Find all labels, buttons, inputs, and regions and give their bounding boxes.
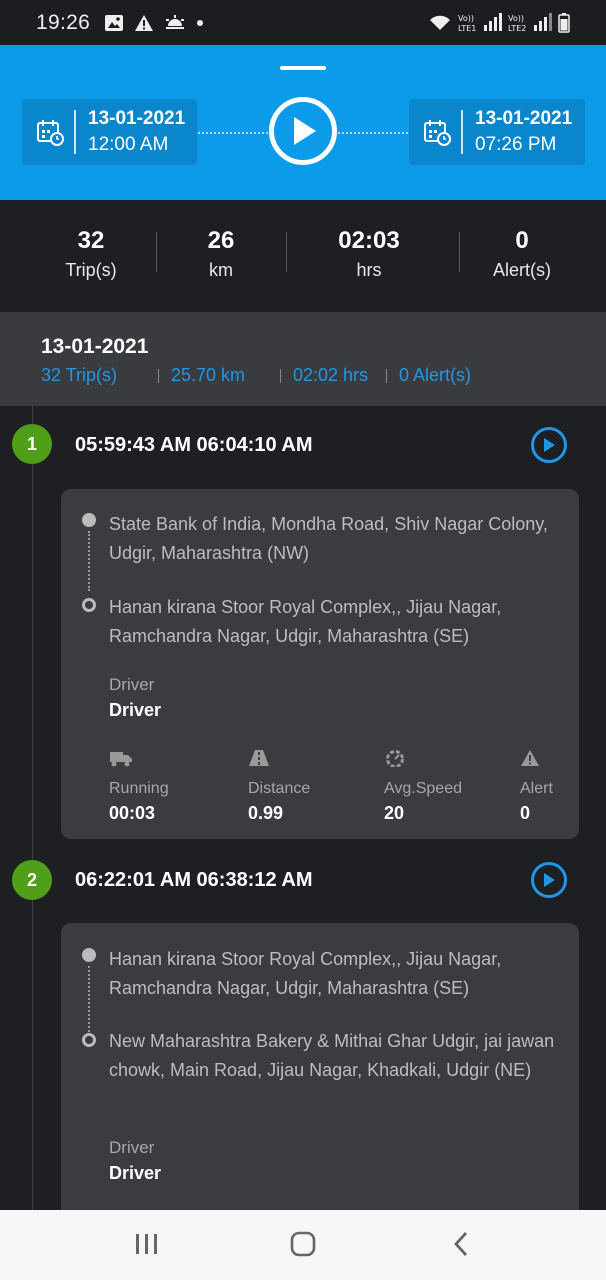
weather-icon — [166, 14, 185, 29]
trip-start-address: Hanan kirana Stoor Royal Complex,, Jijau… — [109, 949, 502, 998]
driver-label: Driver — [109, 675, 155, 694]
start-date: 13-01-2021 — [88, 108, 186, 129]
end-date: 13-01-2021 — [475, 108, 573, 129]
start-point-icon — [82, 513, 96, 527]
summary-stats: 32 Trip(s) 26 km 02:03 hrs 0 Alert(s) — [0, 200, 606, 312]
signal-sim2-icon: Vo))LTE2 — [508, 12, 552, 33]
trip-play-button[interactable] — [531, 427, 567, 463]
day-date: 13-01-2021 — [41, 335, 149, 358]
notification-dot-icon — [197, 19, 204, 26]
summary-duration: 02:03 hrs — [338, 227, 400, 280]
road-icon — [249, 750, 269, 766]
status-time: 19:26 — [36, 10, 91, 34]
summary-alerts: 0 Alert(s) — [493, 227, 551, 280]
date-range-header: 13-01-2021 12:00 AM 13-01-2021 07:26 PM — [0, 45, 606, 200]
stat-alert: Alert 0 — [520, 749, 553, 826]
start-time: 12:00 AM — [88, 134, 169, 155]
status-system-icons: Vo)) LTE1 Vo)) LTE2 — [428, 12, 570, 33]
route-connector — [88, 531, 90, 591]
day-duration: 02:02 hrs — [293, 365, 369, 385]
trip-card[interactable]: State Bank of India, Mondha Road, Shiv N… — [61, 489, 579, 839]
trip-number-badge: 2 — [12, 860, 52, 900]
stat-running: Running 00:03 — [109, 749, 169, 826]
svg-text:Vo)): Vo)) — [458, 14, 474, 23]
trip-number-badge: 1 — [12, 424, 52, 464]
day-stat-separator — [280, 369, 281, 383]
battery-icon — [558, 12, 570, 33]
trip-end-address: Hanan kirana Stoor Royal Complex,, Jijau… — [109, 597, 502, 646]
gallery-icon — [105, 14, 124, 31]
start-point-icon — [82, 948, 96, 962]
svg-text:Vo)): Vo)) — [508, 14, 524, 23]
end-time: 07:26 PM — [475, 134, 557, 155]
driver-name: Driver — [109, 1163, 162, 1183]
trip-play-button[interactable] — [531, 862, 567, 898]
status-bar: 19:26 Vo)) LTE1 Vo)) LTE2 — [0, 0, 606, 45]
summary-divider — [286, 232, 287, 272]
trip-time-range: 05:59:43 AM 06:04:10 AM — [75, 434, 313, 456]
svg-text:LTE2: LTE2 — [508, 24, 526, 33]
wifi-icon — [430, 15, 450, 30]
system-navigation-bar — [0, 1210, 606, 1280]
recent-apps-icon[interactable] — [134, 1230, 160, 1258]
trip-card[interactable]: Hanan kirana Stoor Royal Complex,, Jijau… — [61, 923, 579, 1243]
stat-distance: Distance 0.99 — [248, 749, 310, 826]
trip-start-address: State Bank of India, Mondha Road, Shiv N… — [109, 514, 548, 563]
end-date-picker[interactable]: 13-01-2021 07:26 PM — [409, 99, 585, 165]
home-icon[interactable] — [289, 1230, 317, 1258]
day-alerts: 0 Alert(s) — [399, 365, 472, 385]
calendar-clock-icon — [37, 120, 64, 146]
truck-icon — [110, 752, 132, 767]
drag-handle[interactable] — [280, 66, 326, 70]
play-icon — [544, 438, 555, 452]
date-separator — [74, 110, 76, 154]
trip-end-address: New Maharashtra Bakery & Mithai Ghar Udg… — [109, 1031, 555, 1080]
play-all-button[interactable] — [269, 97, 337, 165]
summary-trips: 32 Trip(s) — [65, 227, 117, 280]
end-point-icon — [82, 1033, 96, 1047]
svg-text:LTE1: LTE1 — [458, 24, 476, 33]
play-icon — [544, 873, 555, 887]
calendar-clock-icon — [424, 120, 451, 146]
driver-name: Driver — [109, 700, 162, 720]
stat-avg-speed: Avg.Speed 20 — [384, 749, 462, 826]
status-notification-icons — [104, 14, 204, 32]
summary-distance: 26 km — [207, 227, 235, 280]
trip-time-range: 06:22:01 AM 06:38:12 AM — [75, 869, 313, 891]
connector-line-left — [198, 132, 268, 134]
speedometer-icon — [386, 750, 404, 768]
day-stats: 32 Trip(s) 25.70 km 02:02 hrs 0 Alert(s) — [41, 363, 606, 389]
date-separator — [461, 110, 463, 154]
end-point-icon — [82, 598, 96, 612]
alert-icon — [521, 750, 539, 766]
day-header[interactable]: 13-01-2021 32 Trip(s) 25.70 km 02:02 hrs… — [0, 312, 606, 406]
signal-sim1-icon: Vo))LTE1 — [458, 12, 502, 33]
start-date-picker[interactable]: 13-01-2021 12:00 AM — [22, 99, 197, 165]
warning-icon — [135, 14, 154, 31]
day-trips: 32 Trip(s) — [41, 365, 118, 385]
route-connector — [88, 966, 90, 1032]
summary-divider — [459, 232, 460, 272]
timeline-line — [32, 406, 33, 1216]
summary-divider — [156, 232, 157, 272]
driver-label: Driver — [109, 1138, 155, 1157]
day-stat-separator — [386, 369, 387, 383]
day-stat-separator — [158, 369, 159, 383]
back-icon[interactable] — [450, 1230, 472, 1258]
day-distance: 25.70 km — [171, 365, 246, 385]
play-icon — [294, 117, 316, 145]
connector-line-right — [338, 132, 408, 134]
